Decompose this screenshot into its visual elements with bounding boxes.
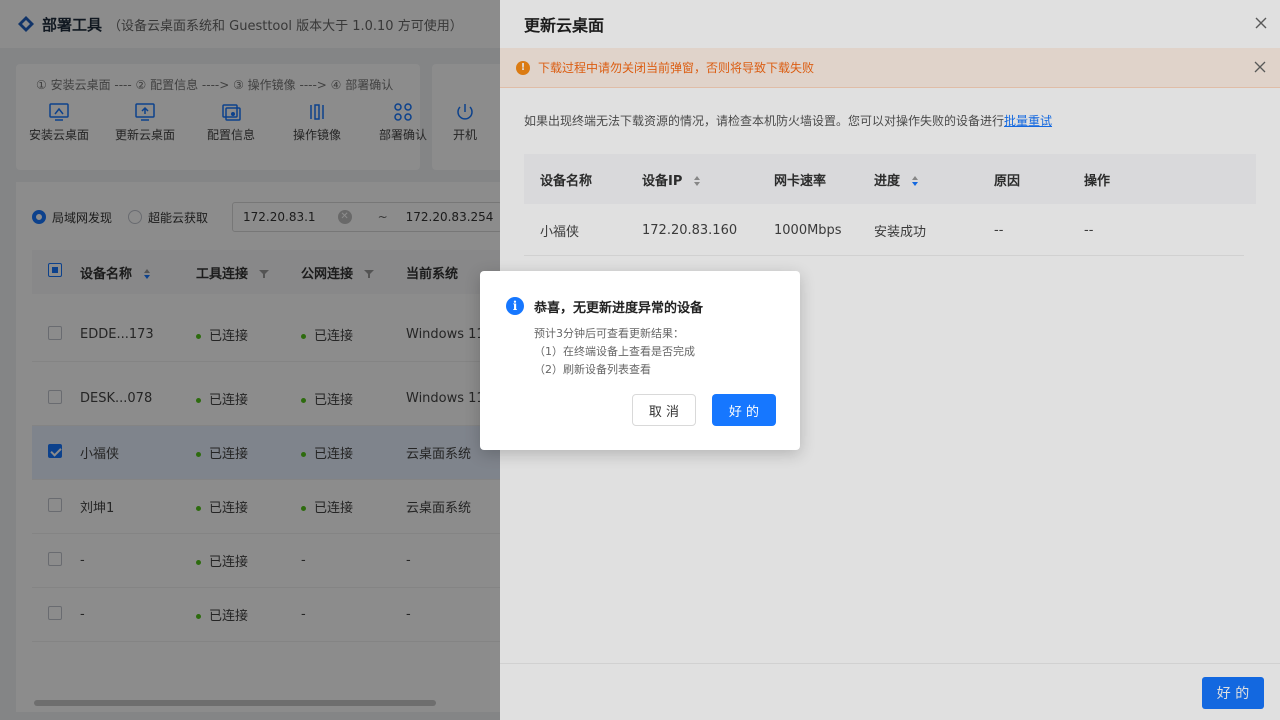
modal-line: （1）在终端设备上查看是否完成 [534, 345, 695, 358]
modal-title: 恭喜，无更新进度异常的设备 [534, 301, 704, 316]
modal-body: 预计3分钟后可查看更新结果： （1）在终端设备上查看是否完成 （2）刷新设备列表… [534, 325, 695, 379]
modal-line: 预计3分钟后可查看更新结果： [534, 327, 684, 340]
modal-line: （2）刷新设备列表查看 [534, 363, 651, 376]
ok-button[interactable]: 好 的 [712, 394, 776, 426]
cancel-button[interactable]: 取 消 [632, 394, 696, 426]
info-icon: i [506, 297, 524, 315]
result-modal: i 恭喜，无更新进度异常的设备 预计3分钟后可查看更新结果： （1）在终端设备上… [480, 271, 800, 450]
